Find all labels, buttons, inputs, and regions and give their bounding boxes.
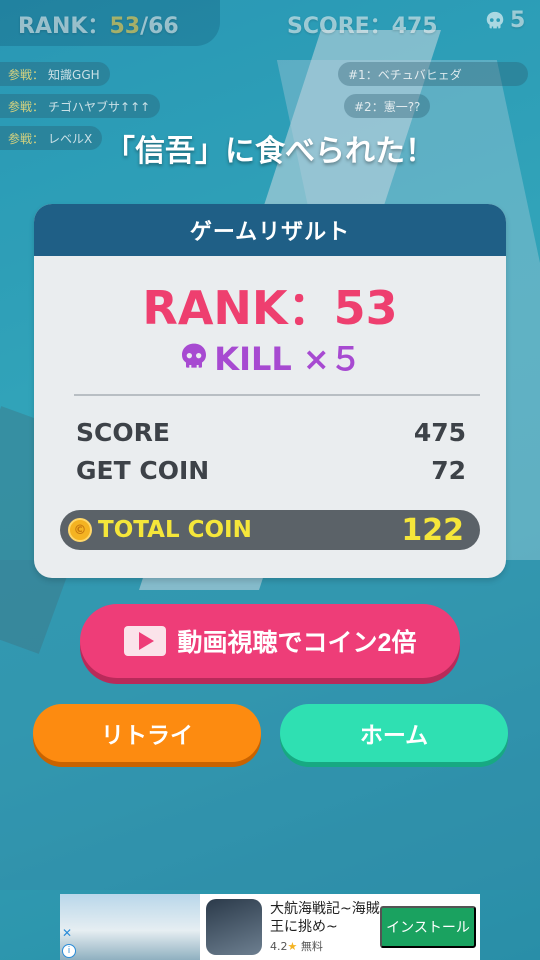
stat-value: 475 — [413, 418, 466, 447]
hud-rank-label: RANK： — [18, 14, 110, 39]
ad-close-icon[interactable]: ✕ — [62, 926, 72, 940]
skull-icon — [182, 343, 207, 368]
stat-row-score: SCORE 475 — [76, 418, 466, 447]
retry-button[interactable]: リトライ — [33, 704, 261, 762]
watch-video-double-coin-button[interactable]: 動画視聴でコイン2倍 — [80, 604, 460, 678]
total-coin-label: TOTAL COIN — [98, 517, 252, 543]
ad-rating: 4.2★ 無料 — [270, 938, 388, 954]
result-kill-text: KILL ×５ — [214, 340, 362, 378]
ad-title: 大航海戦記~海賊王に挑め~ — [270, 901, 380, 935]
result-header: ゲームリザルト — [34, 204, 506, 256]
stat-value: 72 — [431, 456, 466, 485]
ad-app-icon — [206, 899, 262, 955]
video-button-label: 動画視聴でコイン2倍 — [177, 629, 417, 657]
result-divider — [74, 394, 480, 396]
kill-feed-name: チゴハヤブサ↑↑↑ — [48, 99, 151, 114]
ad-info-icon[interactable]: i — [62, 944, 76, 958]
ad-install-button[interactable]: インストール — [380, 906, 476, 948]
eaten-message: 「信吾」に食べられた！ — [105, 134, 435, 169]
result-kills: KILL ×５ — [34, 334, 506, 380]
play-icon — [123, 626, 166, 656]
result-card: ゲームリザルト RANK：53 KILL ×５ SCORE 475 GET CO… — [34, 204, 506, 578]
skull-icon — [486, 11, 504, 28]
ad-rating-value: 4.2 — [270, 940, 288, 953]
stat-label: SCORE — [76, 418, 170, 447]
ad-image: ✕ i — [60, 894, 200, 960]
hud-rank-total: /66 — [140, 14, 179, 39]
hud-score: SCORE：475 — [287, 14, 438, 39]
coin-icon: © — [68, 518, 92, 542]
star-icon: ★ — [287, 940, 298, 953]
hud-kill-count: 5 — [510, 8, 526, 33]
leaderboard-item: #2：憲一?? — [344, 94, 431, 118]
stat-row-coin: GET COIN 72 — [76, 456, 466, 485]
kill-feed-name: 知識GGH — [48, 67, 100, 82]
total-coin-bar: © TOTAL COIN 122 — [60, 510, 480, 550]
hud-rank: RANK：53/66 — [18, 8, 179, 40]
home-button[interactable]: ホーム — [280, 704, 508, 762]
ad-price: 無料 — [300, 940, 323, 953]
total-coin-value: 122 — [401, 512, 464, 548]
kill-feed-prefix: 参戦： — [8, 67, 45, 82]
kill-feed-prefix: 参戦： — [8, 99, 45, 114]
ad-banner[interactable]: ✕ i 大航海戦記~海賊王に挑め~ 4.2★ 無料 インストール — [60, 894, 480, 960]
result-rank: RANK：53 — [142, 281, 398, 335]
kill-feed-item: 参戦： チゴハヤブサ↑↑↑ — [0, 94, 161, 118]
leaderboard-item: #1：ベチュバヒェダ — [338, 62, 528, 86]
stat-label: GET COIN — [76, 456, 210, 485]
hud-rank-current: 53 — [109, 14, 141, 39]
hud-kills: 5 — [484, 8, 525, 33]
kill-feed-item: 参戦： 知識GGH — [0, 62, 110, 86]
